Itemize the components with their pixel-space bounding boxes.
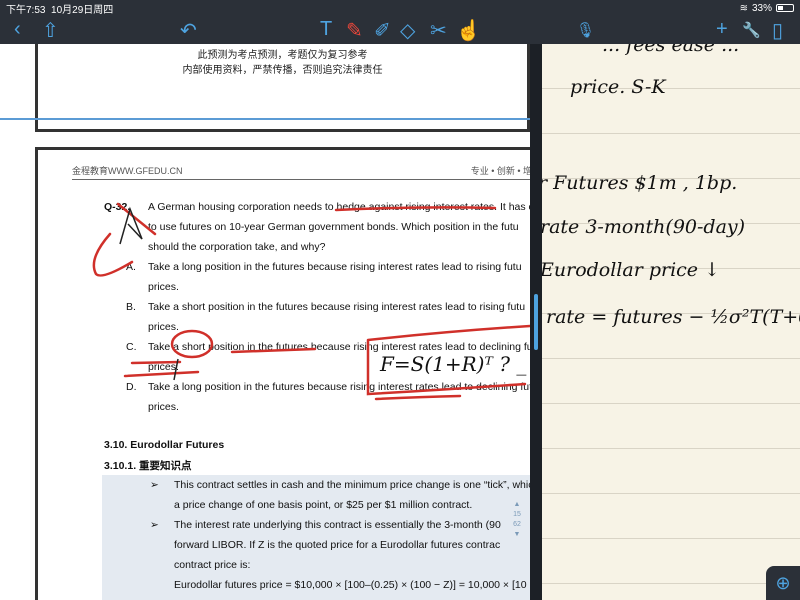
- notice-line: 内部使用资料，严禁传播，否则追究法律责任: [182, 65, 383, 76]
- notice-line: 此预测为考点预测，考题仅为复习参考: [197, 50, 368, 61]
- status-time: 下午7:53: [6, 4, 46, 16]
- highlighter-icon[interactable]: ✐: [374, 18, 391, 43]
- option-label: D.: [126, 381, 137, 393]
- pen-tool-icon[interactable]: ✎: [346, 18, 363, 43]
- pdf-document[interactable]: 此预测为考点预测，考题仅为复习参考 内部使用资料，严禁传播，否则追究法律责任 金…: [0, 44, 530, 600]
- header-left: 金程教育WWW.GFEDU.CN: [72, 166, 183, 176]
- question-line: should the corporation take, and why?: [148, 241, 326, 253]
- split-view-divider[interactable]: [530, 44, 542, 600]
- handwritten-note: ... fees ease ...: [602, 44, 740, 56]
- share-icon[interactable]: ⇧: [42, 18, 59, 43]
- scrollbar-thumb[interactable]: [534, 294, 538, 350]
- option-label: C.: [126, 341, 137, 353]
- text-tool-icon[interactable]: T: [320, 18, 332, 41]
- eraser-icon[interactable]: ◇: [400, 18, 415, 43]
- question-line: A German housing corporation needs to he…: [148, 201, 530, 213]
- subsection-heading: 3.10.1. 重要知识点: [104, 460, 192, 472]
- lasso-icon[interactable]: ✂: [430, 18, 447, 43]
- handwritten-formula: F=S(1+R)ᵀ ? _: [380, 352, 527, 376]
- option-text: Take a short position in the futures bec…: [148, 301, 526, 313]
- handwritten-note: r Futures $1m , 1bp.: [542, 172, 738, 194]
- total-pages: 62: [513, 521, 521, 528]
- current-page: 15: [513, 511, 521, 518]
- toolbar: ‹ ⇧ ↶ T ✎ ✐ ◇ ✂ ☝ 🎙 + 🔧 ▯: [0, 16, 800, 44]
- header-right: 专业 • 创新 • 增: [470, 166, 530, 176]
- status-bar: 下午7:53 10月29日周四 ≋ 33%: [0, 0, 800, 16]
- status-date: 10月29日周四: [51, 4, 114, 16]
- notes-canvas[interactable]: ... fees ease ... price. S-K r Futures $…: [542, 44, 800, 600]
- option-text: Take a long position in the futures beca…: [148, 381, 530, 393]
- battery-percent: 33%: [751, 2, 772, 14]
- question-label: Q-32.: [104, 201, 131, 213]
- handwritten-note: rate = futures − ½σ²T(T+0.25): [546, 306, 800, 328]
- bullet-text: This contract settles in cash and the mi…: [174, 479, 530, 491]
- undo-icon[interactable]: ↶: [180, 18, 197, 43]
- hand-icon[interactable]: ☝: [456, 18, 481, 43]
- zoom-icon[interactable]: ⊕: [766, 566, 800, 600]
- bullet-text: The interest rate underlying this contra…: [174, 519, 501, 531]
- formula-text: Eurodollar futures price = $10,000 × [10…: [174, 579, 527, 591]
- wrench-icon[interactable]: 🔧: [742, 21, 761, 39]
- microphone-icon[interactable]: 🎙: [576, 21, 595, 39]
- question-line: to use futures on 10-year German governm…: [148, 221, 519, 233]
- option-text: Take a long position in the futures beca…: [148, 261, 522, 273]
- back-icon[interactable]: ‹: [14, 18, 21, 41]
- handwritten-note: price. S-K: [570, 76, 666, 98]
- option-text: prices.: [148, 281, 179, 293]
- option-label: B.: [126, 301, 136, 313]
- page-header: 金程教育WWW.GFEDU.CN 专业 • 创新 • 增: [72, 164, 530, 180]
- handwritten-note: Eurodollar price ↓: [542, 259, 720, 281]
- bullet-text: contract price is:: [174, 559, 251, 571]
- bullet-text: a price change of one basis point, or $2…: [174, 499, 473, 511]
- option-text: prices.: [148, 321, 179, 333]
- pages-icon[interactable]: ▯: [772, 18, 783, 43]
- option-text: prices.: [148, 401, 179, 413]
- battery-icon: [776, 4, 794, 12]
- page-indicator[interactable]: ▲ 15 62 ▼: [510, 500, 524, 546]
- bullet-text: forward LIBOR. If Z is the quoted price …: [174, 539, 501, 551]
- section-heading: 3.10. Eurodollar Futures: [104, 439, 225, 451]
- wifi-icon: ≋: [739, 2, 748, 14]
- page-separator: [0, 118, 530, 120]
- option-text: prices.: [148, 361, 179, 373]
- handwritten-note: rate 3-month(90-day): [542, 216, 746, 238]
- add-icon[interactable]: +: [716, 18, 728, 41]
- option-label: A.: [126, 261, 136, 273]
